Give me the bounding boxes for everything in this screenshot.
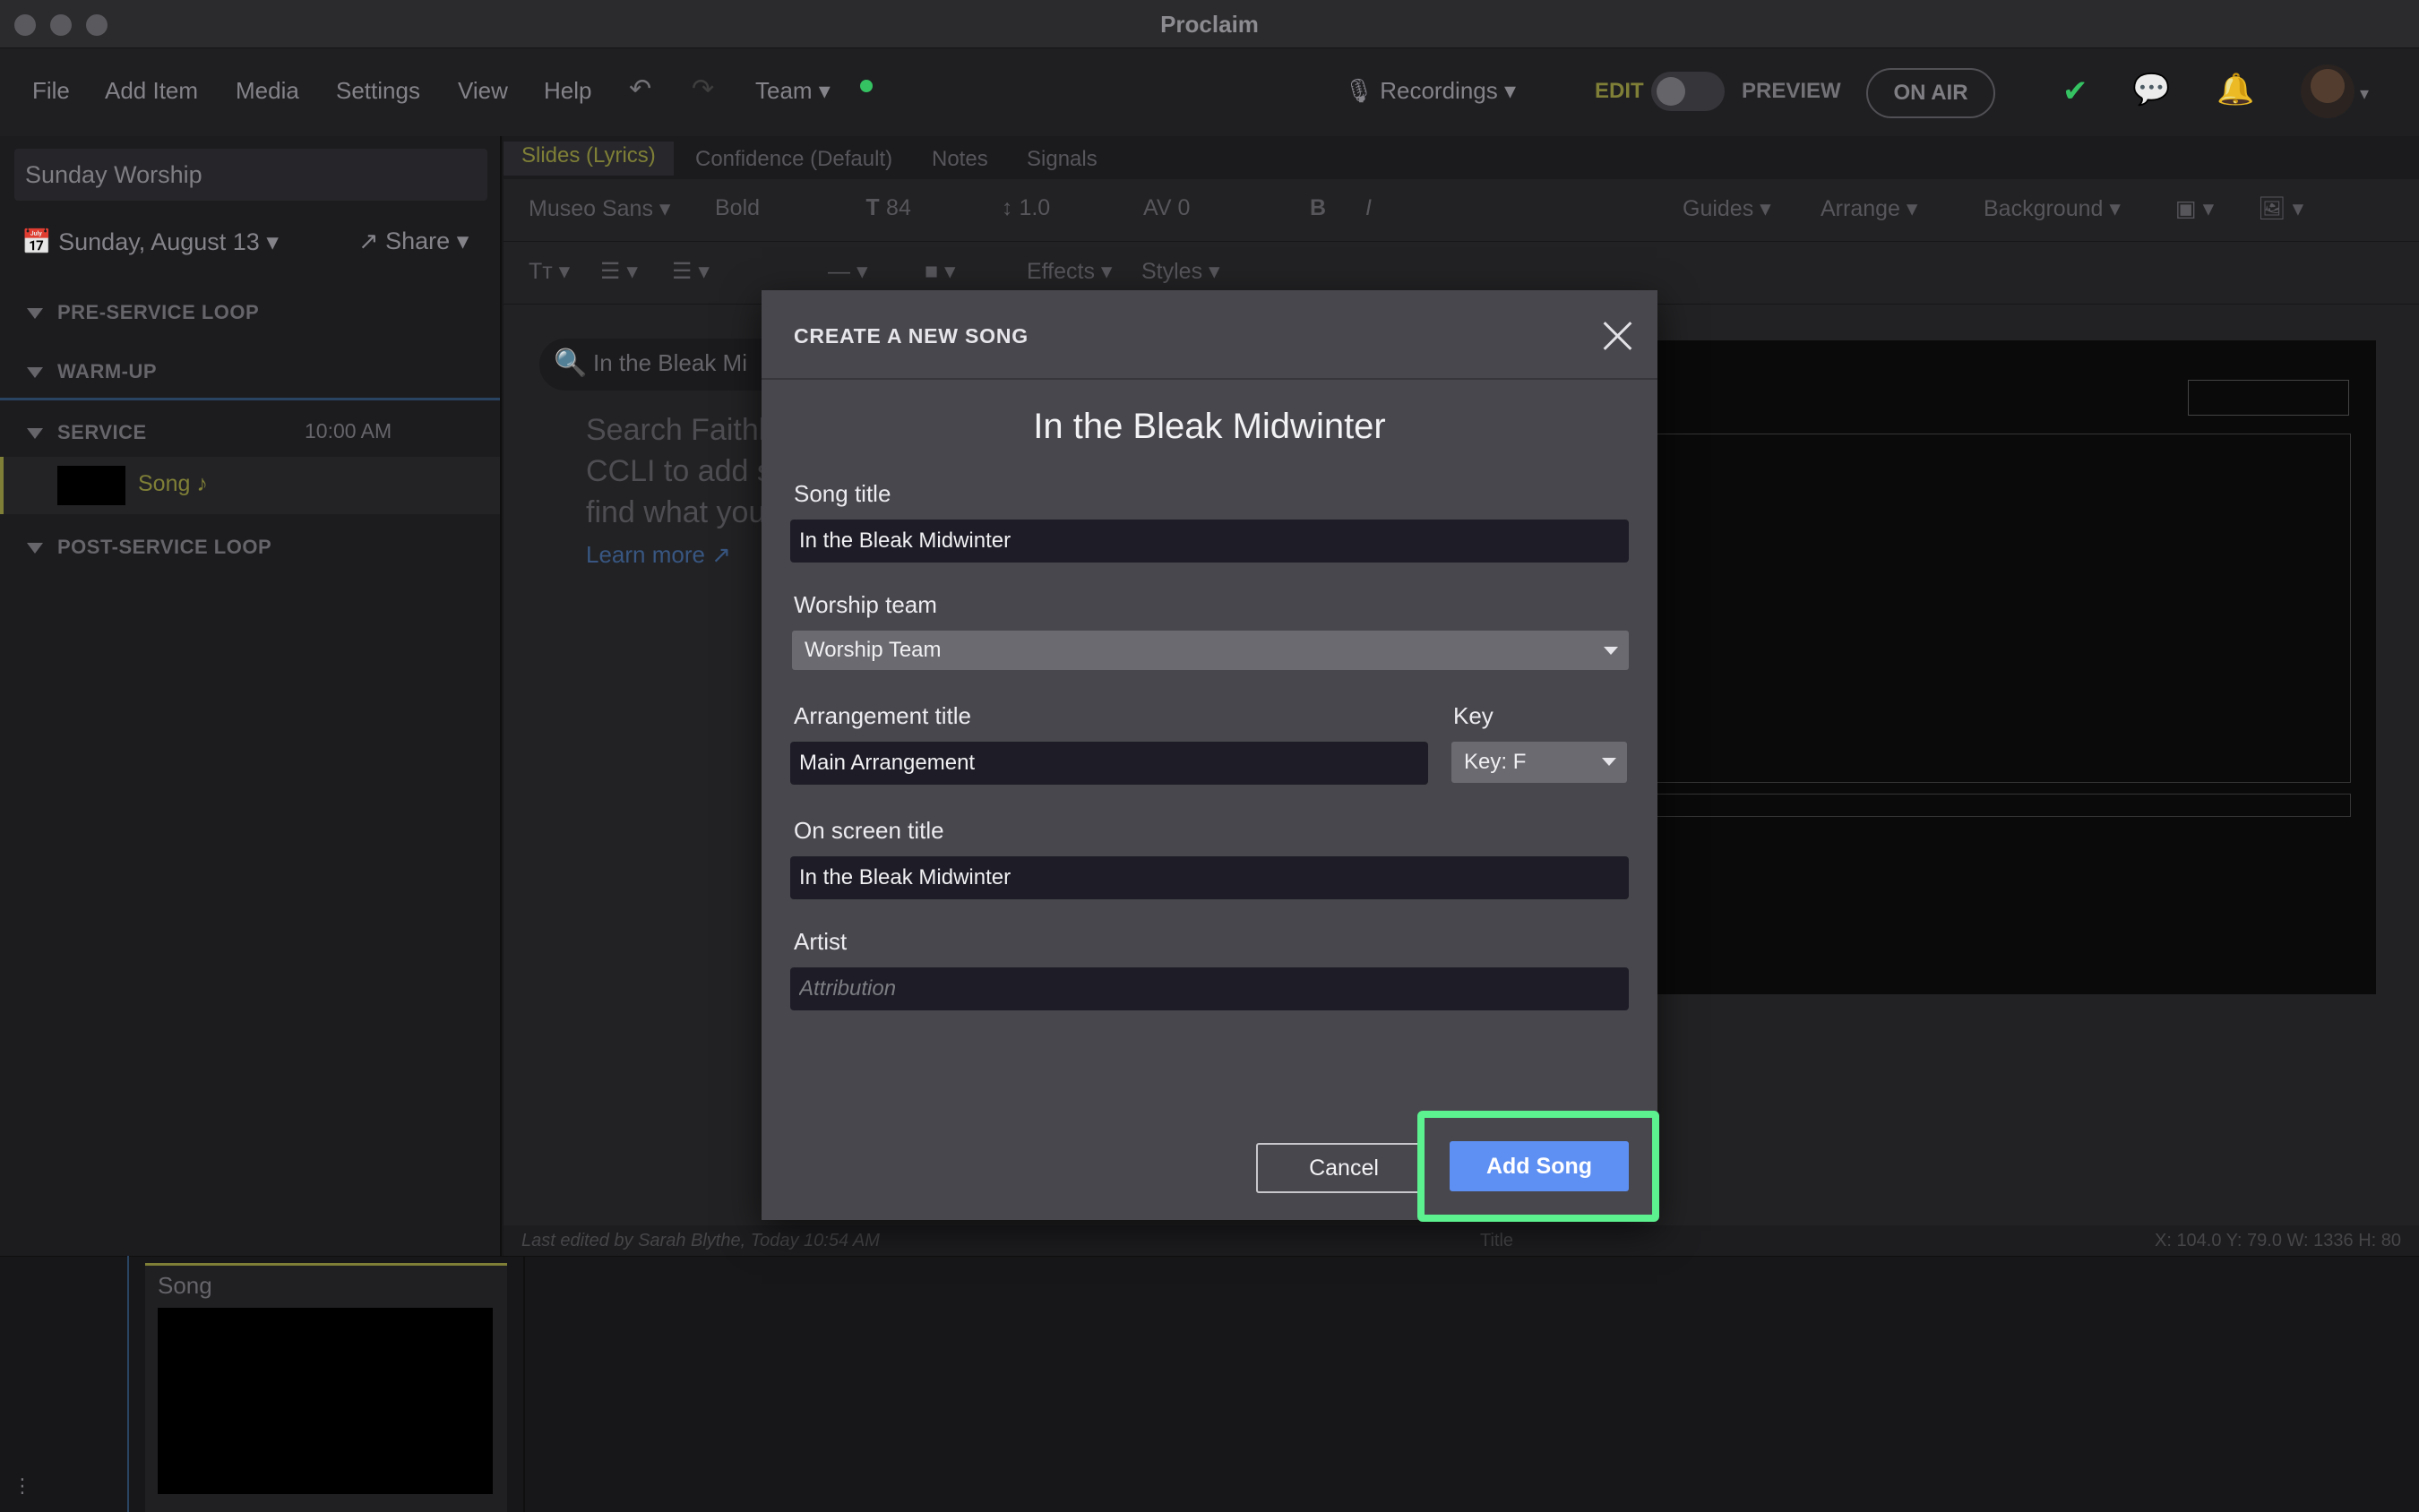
chevron-down-icon [1604, 647, 1618, 655]
key-label: Key [1453, 702, 1494, 729]
onscreen-title-input[interactable] [790, 856, 1629, 899]
worship-team-select[interactable]: Worship Team [792, 631, 1629, 670]
song-heading: In the Bleak Midwinter [1033, 407, 1386, 446]
song-title-input[interactable] [790, 520, 1629, 563]
dialog-header: CREATE A NEW SONG [762, 290, 1657, 380]
onscreen-title-label: On screen title [794, 817, 944, 844]
window-title: Proclaim [1160, 11, 1259, 38]
key-value: Key: F [1464, 750, 1527, 774]
song-title-label: Song title [794, 480, 891, 507]
dialog-title: CREATE A NEW SONG [794, 324, 1029, 348]
artist-input[interactable] [790, 967, 1629, 1010]
close-icon[interactable] [1595, 314, 1640, 358]
arrangement-title-label: Arrangement title [794, 702, 971, 729]
arrangement-title-input[interactable] [790, 742, 1428, 785]
chevron-down-icon [1602, 758, 1616, 766]
create-song-dialog: CREATE A NEW SONG In the Bleak Midwinter… [762, 290, 1657, 1220]
window-titlebar: Proclaim [0, 0, 2419, 48]
key-select[interactable]: Key: F [1451, 742, 1627, 783]
worship-team-label: Worship team [794, 591, 937, 618]
artist-label: Artist [794, 928, 848, 955]
worship-team-value: Worship Team [805, 638, 942, 662]
cancel-button[interactable]: Cancel [1256, 1143, 1432, 1193]
add-song-button[interactable]: Add Song [1450, 1141, 1629, 1191]
